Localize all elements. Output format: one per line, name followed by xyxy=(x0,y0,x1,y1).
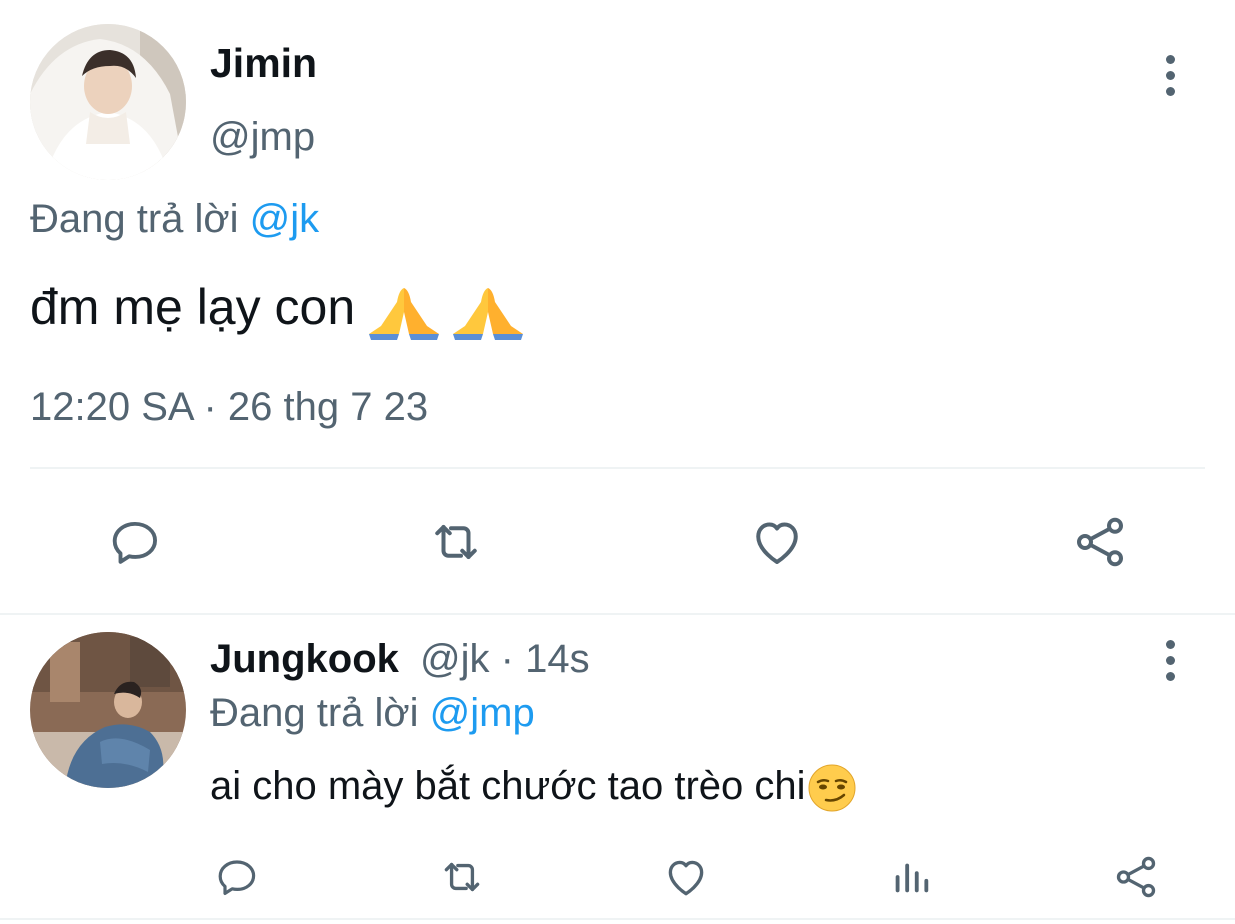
author-handle[interactable]: @jk xyxy=(420,637,490,681)
avatar[interactable] xyxy=(30,24,186,180)
share-icon[interactable] xyxy=(1109,850,1163,904)
divider xyxy=(0,613,1235,615)
like-icon[interactable] xyxy=(659,850,713,904)
replying-to-handle[interactable]: @jmp xyxy=(430,691,535,735)
avatar-image xyxy=(30,632,186,788)
reply-icon[interactable] xyxy=(103,510,167,574)
time-ago[interactable]: · 14s xyxy=(501,637,590,681)
replying-prefix: Đang trả lời xyxy=(210,691,419,735)
retweet-icon[interactable] xyxy=(424,510,488,574)
smirking-face-icon xyxy=(808,764,856,812)
more-options-icon[interactable] xyxy=(1150,630,1190,690)
timestamp[interactable]: 12:20 SA · 26 thg 7 23 xyxy=(30,384,428,430)
retweet-icon[interactable] xyxy=(435,850,489,904)
replying-prefix: Đang trả lời xyxy=(30,197,239,241)
like-icon[interactable] xyxy=(745,510,809,574)
divider xyxy=(30,467,1205,469)
replying-to-line: Đang trả lời @jmp xyxy=(210,690,535,736)
replying-to-handle[interactable]: @jk xyxy=(250,197,320,241)
tweet-text-line: đm mẹ lạy con xyxy=(30,278,523,340)
replying-to-line: Đang trả lời @jk xyxy=(30,196,319,242)
avatar-image xyxy=(30,24,186,180)
avatar[interactable] xyxy=(30,632,186,788)
reply-icon[interactable] xyxy=(210,850,264,904)
folded-hands-icon xyxy=(369,287,440,340)
author-name[interactable]: Jimin xyxy=(210,40,317,86)
divider xyxy=(0,918,1235,920)
views-icon[interactable] xyxy=(884,850,938,904)
tweet-text: ai cho mày bắt chước tao trèo chi xyxy=(210,764,806,808)
more-options-icon[interactable] xyxy=(1150,45,1190,105)
tweet-text: đm mẹ lạy con xyxy=(30,279,356,335)
share-icon[interactable] xyxy=(1068,510,1132,574)
reply-header: Jungkook @jk · 14s xyxy=(210,636,590,682)
folded-hands-icon xyxy=(452,287,523,340)
tweet-text-line: ai cho mày bắt chước tao trèo chi xyxy=(210,760,858,814)
author-handle[interactable]: @jmp xyxy=(210,114,315,160)
author-name[interactable]: Jungkook xyxy=(210,637,399,681)
